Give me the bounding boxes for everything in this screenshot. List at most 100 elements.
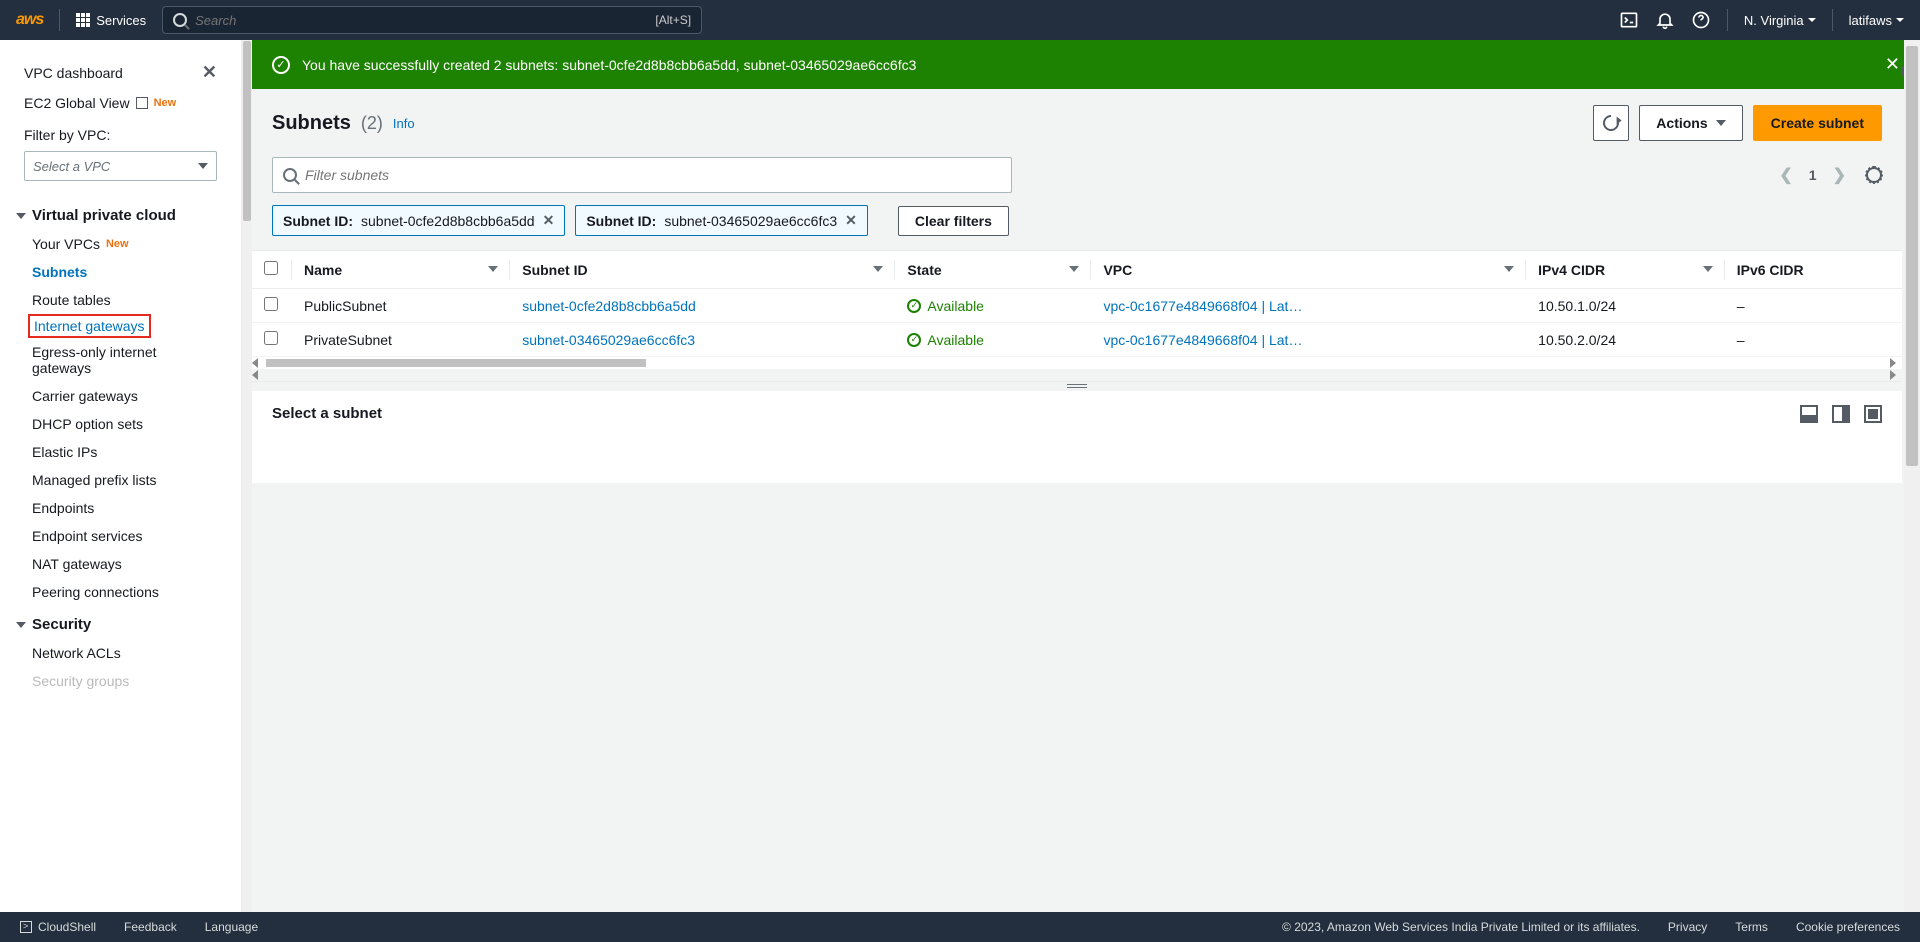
content-horizontal-scrollbar[interactable] <box>252 369 1902 381</box>
nav-label: Carrier gateways <box>32 388 138 404</box>
next-page-button[interactable]: ❯ <box>1833 165 1846 185</box>
dashboard-label: VPC dashboard <box>24 65 123 81</box>
layout-full-button[interactable] <box>1864 405 1882 423</box>
cell-vpc[interactable]: vpc-0c1677e4849668f04 | Lat… <box>1091 323 1526 357</box>
topnav-right: N. Virginia latifaws <box>1619 9 1904 31</box>
cell-subnet-id[interactable]: subnet-0cfe2d8b8cbb6a5dd <box>510 289 895 323</box>
privacy-link[interactable]: Privacy <box>1668 920 1707 934</box>
table-horizontal-scrollbar[interactable] <box>252 357 1902 369</box>
chevron-down-icon <box>1716 120 1726 126</box>
nav-label: Network ACLs <box>32 645 121 661</box>
feedback-link[interactable]: Feedback <box>124 920 177 934</box>
table-row[interactable]: PrivateSubnet subnet-03465029ae6cc6fc3 ✓… <box>252 323 1902 357</box>
sidebar-item-endpoints[interactable]: Endpoints <box>0 494 241 522</box>
cell-state: ✓Available <box>895 289 1091 323</box>
services-label: Services <box>96 13 146 28</box>
terms-link[interactable]: Terms <box>1735 920 1768 934</box>
create-subnet-button[interactable]: Create subnet <box>1753 105 1882 141</box>
cell-name: PublicSubnet <box>292 289 510 323</box>
select-all-checkbox[interactable] <box>264 261 278 275</box>
sidebar-item-egress-only[interactable]: Egress-only internet gateways <box>0 338 241 382</box>
column-vpc[interactable]: VPC <box>1091 251 1526 289</box>
remove-tag-button[interactable]: ✕ <box>543 212 555 229</box>
search-input[interactable] <box>195 13 647 28</box>
sidebar-item-security-groups[interactable]: Security groups <box>0 667 241 695</box>
column-name[interactable]: Name <box>292 251 510 289</box>
region-selector[interactable]: N. Virginia <box>1744 13 1816 28</box>
clear-filters-button[interactable]: Clear filters <box>898 206 1009 236</box>
cookies-link[interactable]: Cookie preferences <box>1796 920 1900 934</box>
search-bar[interactable]: [Alt+S] <box>162 6 702 34</box>
sidebar-item-nat-gateways[interactable]: NAT gateways <box>0 550 241 578</box>
cell-vpc[interactable]: vpc-0c1677e4849668f04 | Lat… <box>1091 289 1526 323</box>
aws-logo[interactable]: aws <box>16 11 43 29</box>
filter-input[interactable] <box>305 167 1001 183</box>
help-icon[interactable] <box>1691 10 1711 30</box>
layout-bottom-button[interactable] <box>1800 405 1818 423</box>
search-shortcut: [Alt+S] <box>655 13 691 27</box>
column-state[interactable]: State <box>895 251 1091 289</box>
table-row[interactable]: PublicSubnet subnet-0cfe2d8b8cbb6a5dd ✓A… <box>252 289 1902 323</box>
cell-subnet-id[interactable]: subnet-03465029ae6cc6fc3 <box>510 323 895 357</box>
sidebar-item-endpoint-services[interactable]: Endpoint services <box>0 522 241 550</box>
info-link[interactable]: Info <box>393 116 415 131</box>
sidebar-item-ec2-global[interactable]: EC2 Global View New <box>0 89 241 117</box>
settings-gear-icon[interactable] <box>1866 167 1882 183</box>
sidebar-item-prefix-lists[interactable]: Managed prefix lists <box>0 466 241 494</box>
nav-group-security[interactable]: Security <box>0 606 241 639</box>
content-vertical-scrollbar[interactable] <box>1904 40 1920 912</box>
sidebar-item-elastic-ips[interactable]: Elastic IPs <box>0 438 241 466</box>
sidebar-item-route-tables[interactable]: Route tables <box>0 286 241 314</box>
cloudshell-link[interactable]: CloudShell <box>20 920 96 934</box>
sidebar-item-network-acls[interactable]: Network ACLs <box>0 639 241 667</box>
prev-page-button[interactable]: ❮ <box>1779 165 1792 185</box>
services-button[interactable]: Services <box>76 13 146 28</box>
filter-tag-key: Subnet ID: <box>283 213 353 229</box>
cell-name: PrivateSubnet <box>292 323 510 357</box>
nav-group-vpc[interactable]: Virtual private cloud <box>0 197 241 230</box>
sidebar-item-peering[interactable]: Peering connections <box>0 578 241 606</box>
sidebar: VPC dashboard ✕ EC2 Global View New Filt… <box>0 40 242 912</box>
filter-input-wrap[interactable] <box>272 157 1012 193</box>
sidebar-item-subnets[interactable]: Subnets <box>0 258 241 286</box>
column-ipv4[interactable]: IPv4 CIDR <box>1526 251 1725 289</box>
column-subnet-id[interactable]: Subnet ID <box>510 251 895 289</box>
close-icon[interactable]: ✕ <box>202 62 217 83</box>
divider <box>1832 9 1833 31</box>
notifications-icon[interactable] <box>1655 10 1675 30</box>
sidebar-item-carrier-gateways[interactable]: Carrier gateways <box>0 382 241 410</box>
row-checkbox[interactable] <box>264 297 278 311</box>
refresh-icon <box>1600 112 1623 135</box>
cloudshell-icon <box>20 921 32 933</box>
remove-tag-button[interactable]: ✕ <box>845 212 857 229</box>
sidebar-item-dashboard[interactable]: VPC dashboard ✕ <box>0 56 241 89</box>
collapse-icon <box>16 622 26 628</box>
column-ipv6[interactable]: IPv6 CIDR <box>1725 251 1902 289</box>
cloudshell-icon[interactable] <box>1619 10 1639 30</box>
new-badge: New <box>106 238 129 250</box>
language-link[interactable]: Language <box>205 920 258 934</box>
vpc-select-placeholder: Select a VPC <box>33 159 110 174</box>
sidebar-item-your-vpcs[interactable]: Your VPCs New <box>0 230 241 258</box>
caret-down-icon <box>1896 18 1904 22</box>
panel-resize-handle[interactable] <box>252 381 1902 391</box>
nav-label: Endpoints <box>32 500 94 516</box>
sort-icon <box>1504 266 1514 272</box>
refresh-button[interactable] <box>1593 105 1629 141</box>
detail-panel: Select a subnet <box>252 391 1902 483</box>
banner-message: You have successfully created 2 subnets:… <box>302 57 916 73</box>
drag-handle-icon <box>1067 384 1087 390</box>
page-header: Subnets (2) Info Actions Create subnet <box>252 89 1902 157</box>
filter-tag: Subnet ID: subnet-0cfe2d8b8cbb6a5dd ✕ <box>272 205 565 236</box>
sidebar-scrollbar[interactable] <box>242 40 252 912</box>
success-banner: ✓ You have successfully created 2 subnet… <box>252 40 1920 89</box>
vpc-select[interactable]: Select a VPC <box>24 151 217 181</box>
row-checkbox[interactable] <box>264 331 278 345</box>
actions-label: Actions <box>1656 115 1707 131</box>
sidebar-item-internet-gateways[interactable]: Internet gateways <box>28 314 151 338</box>
layout-side-button[interactable] <box>1832 405 1850 423</box>
actions-button[interactable]: Actions <box>1639 105 1742 141</box>
user-menu[interactable]: latifaws <box>1849 13 1904 28</box>
sidebar-item-dhcp[interactable]: DHCP option sets <box>0 410 241 438</box>
divider <box>59 9 60 31</box>
